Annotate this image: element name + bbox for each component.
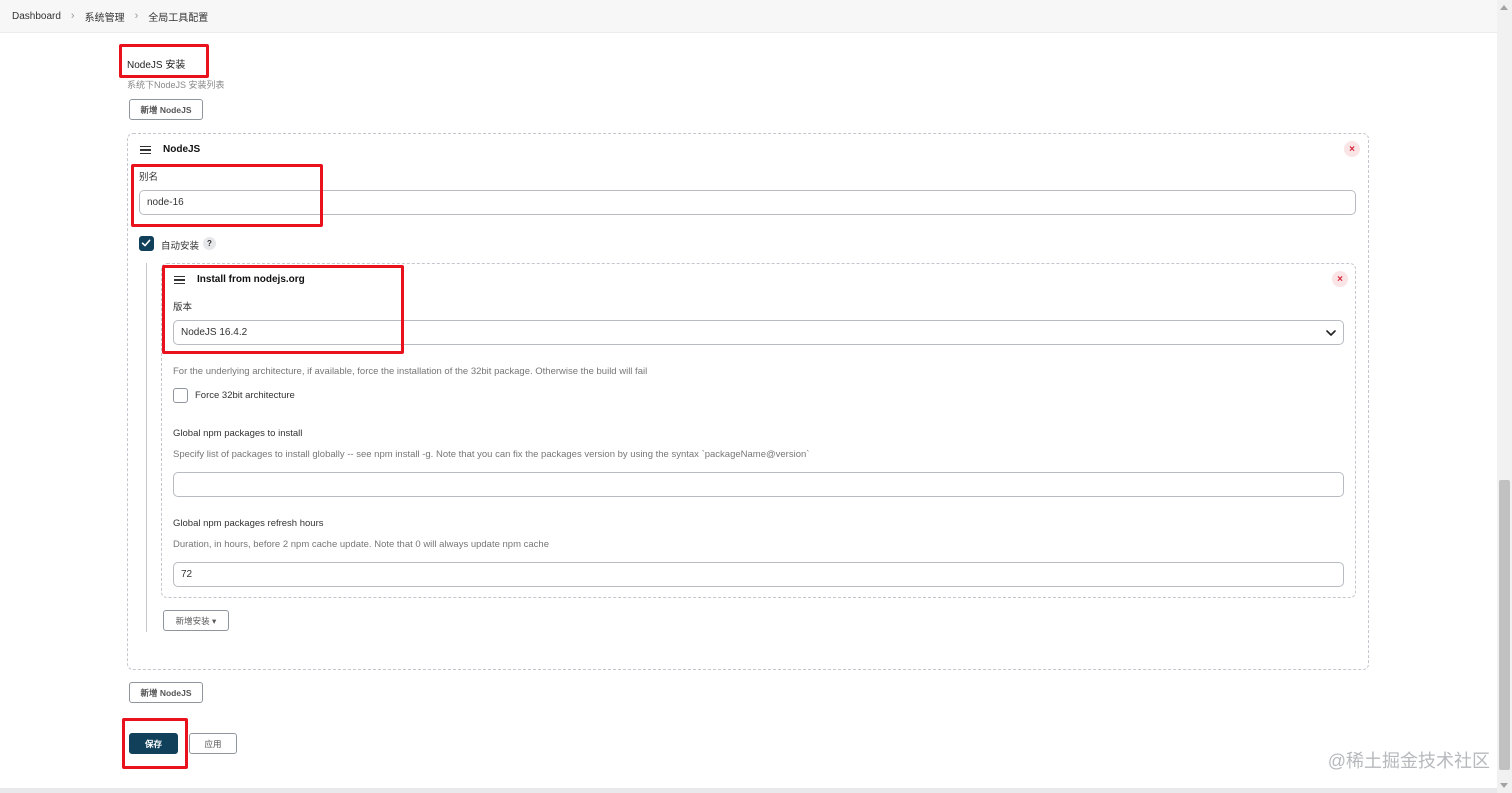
refresh-hours-input[interactable]: 72 [173, 562, 1344, 587]
horizontal-scrollbar-track [0, 788, 1497, 793]
close-icon[interactable]: × [1332, 271, 1348, 287]
chevron-right-icon: › [70, 10, 75, 22]
version-select[interactable]: NodeJS 16.4.2 [173, 320, 1344, 345]
chevron-down-icon [1326, 330, 1336, 336]
chevron-right-icon: › [134, 10, 139, 22]
force32-checkbox[interactable] [173, 388, 188, 403]
section-title: NodeJS 安装 [127, 60, 186, 71]
add-nodejs-button-bottom[interactable]: 新增 NodeJS [129, 682, 203, 703]
scrollbar-thumb[interactable] [1499, 480, 1510, 770]
auto-install-label: 自动安装 [161, 241, 200, 252]
breadcrumb-global-tool-config[interactable]: 全局工具配置 [148, 9, 208, 24]
installation-title: NodeJS [163, 144, 201, 155]
add-installer-button[interactable]: 新增安装 ▾ [163, 610, 229, 631]
auto-install-checkbox[interactable] [139, 236, 154, 251]
force32-help-text: For the underlying architecture, if avai… [173, 366, 648, 377]
section-description: 系统下NodeJS 安装列表 [127, 80, 225, 90]
scroll-down-arrow-icon[interactable] [1500, 783, 1508, 788]
vertical-scrollbar[interactable] [1497, 0, 1512, 793]
checkmark-icon [141, 239, 151, 247]
alias-label: 别名 [139, 172, 159, 183]
refresh-hours-help-text: Duration, in hours, before 2 npm cache u… [173, 539, 549, 550]
nested-indent-line [146, 263, 147, 632]
force32-label: Force 32bit architecture [195, 390, 295, 401]
version-label: 版本 [173, 302, 193, 313]
close-icon[interactable]: × [1344, 141, 1360, 157]
apply-button[interactable]: 应用 [189, 733, 237, 754]
npm-packages-help-text: Specify list of packages to install glob… [173, 449, 810, 460]
breadcrumb-system-management[interactable]: 系统管理 [85, 9, 125, 24]
npm-packages-input[interactable] [173, 472, 1344, 497]
breadcrumb-dashboard[interactable]: Dashboard [12, 11, 61, 22]
drag-handle-icon[interactable] [174, 276, 185, 284]
alias-input[interactable]: node-16 [139, 190, 1356, 215]
refresh-hours-label: Global npm packages refresh hours [173, 518, 324, 529]
version-select-value: NodeJS 16.4.2 [181, 327, 248, 338]
drag-handle-icon[interactable] [140, 146, 151, 154]
help-icon[interactable]: ? [203, 237, 216, 250]
npm-packages-label: Global npm packages to install [173, 428, 303, 439]
scroll-up-arrow-icon[interactable] [1500, 5, 1508, 10]
watermark: @稀土掘金技术社区 [1327, 751, 1490, 771]
add-nodejs-button[interactable]: 新增 NodeJS [129, 99, 203, 120]
save-button[interactable]: 保存 [129, 733, 178, 754]
installer-title: Install from nodejs.org [197, 274, 305, 285]
breadcrumb: Dashboard › 系统管理 › 全局工具配置 [0, 0, 1497, 33]
